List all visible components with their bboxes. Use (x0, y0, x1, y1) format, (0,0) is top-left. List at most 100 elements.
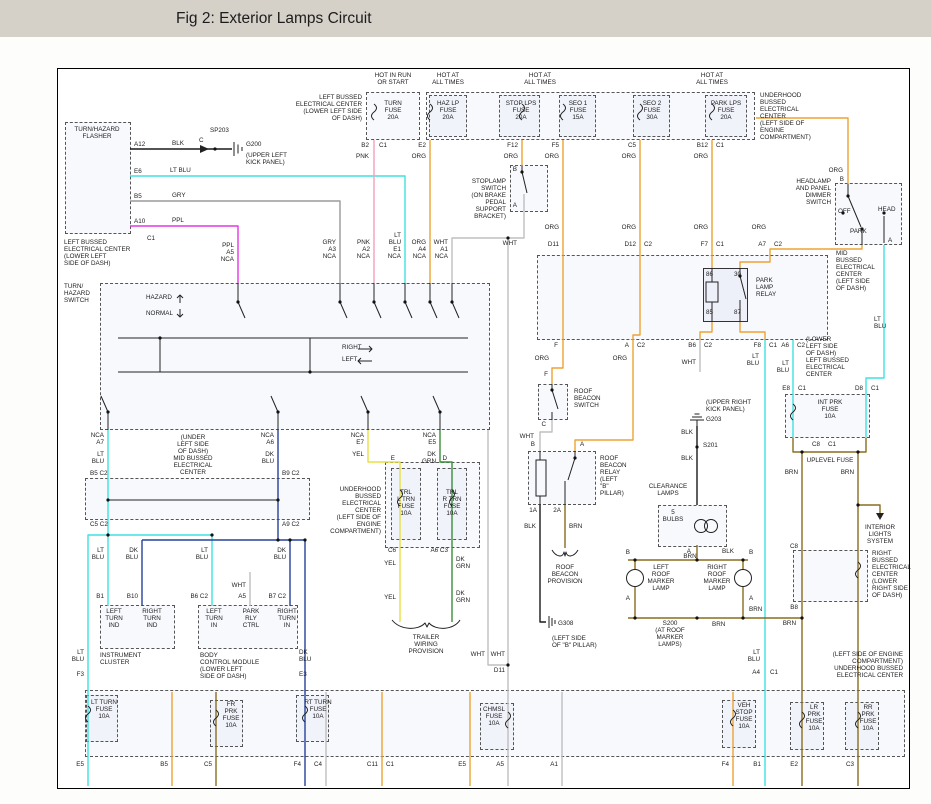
diagram-label: NORMAL (146, 310, 173, 317)
wire-color: ORG (504, 153, 518, 160)
diagram-label: WHT A1 NCA (434, 239, 448, 260)
diagram-label: RIGHT ROOF MARKER LAMP (704, 564, 731, 592)
pin: C (199, 137, 204, 144)
fuse-label: CHMSL FUSE 10A (483, 706, 505, 727)
diagram-label: NCA A6 (261, 432, 274, 446)
fuse-label: LT TURN FUSE 10A (91, 699, 117, 720)
diagram-label: YEL (384, 594, 396, 601)
power-condition: HOT IN RUN OR START (375, 72, 412, 86)
diagram-label: RIGHT (342, 344, 362, 351)
fuse-label: INT PRK FUSE 10A (818, 399, 843, 420)
diagram-label: BRN (785, 469, 798, 476)
pin: D8 (855, 385, 863, 392)
wire-color: BLK (172, 140, 184, 147)
pin: D11 (494, 667, 505, 674)
pin: E2 (418, 142, 426, 149)
relay-coil (536, 460, 546, 496)
wire-color: LT BLU (874, 316, 886, 330)
pin: B (749, 549, 753, 556)
pin: E2 (790, 761, 798, 768)
pin: B12 (697, 142, 708, 149)
diagram-label: NCA A7 (91, 432, 104, 446)
diagram-label: DK GRN (422, 451, 436, 465)
pin: A (580, 441, 584, 448)
left-marker-lamp-bulb (627, 570, 644, 587)
pin: A10 (134, 218, 145, 225)
component-label: INSTRUMENT CLUSTER (100, 652, 141, 666)
pin: C5 C2 (90, 521, 108, 528)
diagram-label: LT BLU (92, 451, 104, 465)
splice-label: S200 (AT ROOF MARKER LAMPS) (655, 620, 685, 648)
component-label: CLEARANCE LAMPS (649, 483, 688, 497)
diagram-label: LT BLU (72, 649, 84, 663)
pin: E5 (458, 761, 466, 768)
fuse-label: RR PRK FUSE 10A (860, 704, 877, 732)
location-note: MID BUSSED ELECTRICAL CENTER (LEFT SIDE … (836, 250, 875, 292)
pin: A (513, 202, 517, 209)
diagram-label: DK BLU (262, 451, 274, 465)
ground-symbol-g308 (549, 616, 555, 628)
fuse-label: SEO 2 FUSE 30A (643, 100, 662, 121)
pin: B5 (160, 761, 168, 768)
location-note: LEFT BUSSED ELECTRICAL CENTER (LOWER LEF… (296, 94, 362, 122)
pin: 87 (734, 309, 741, 316)
pin: B (513, 166, 517, 173)
fuse-label: TRL R TRN FUSE 10A (442, 489, 461, 517)
interior-lights-arrow (876, 513, 884, 520)
fuse-symbols-top (372, 104, 715, 120)
fuse-label: STOP LPS FUSE 20A (506, 100, 537, 121)
diagram-label: BLK (524, 523, 536, 530)
location-note: (UPPER RIGHT KICK PANEL) (706, 399, 751, 413)
pin: C2 (644, 241, 652, 248)
diagram-label: ORG (535, 355, 549, 362)
beacon-provision-bracket (552, 550, 578, 556)
pin: A (626, 595, 630, 602)
diagram-label: WHT (471, 651, 485, 658)
power-condition: HOT AT ALL TIMES (432, 72, 464, 86)
pin: C1 (828, 441, 836, 448)
fuse-label: SEO 1 FUSE 15A (569, 100, 588, 121)
component-label: BODY CONTROL MODULE (LOWER LEFT SIDE OF … (200, 652, 259, 680)
location-note: (LOWER LEFT SIDE OF DASH) LEFT BUSSED EL… (806, 336, 849, 378)
pin: B1 (753, 761, 761, 768)
wire-color: ORG (829, 167, 843, 174)
splice-dots (106, 147, 885, 666)
wires-blk (130, 149, 697, 622)
wires-lt-blu (88, 176, 884, 786)
power-condition: HOT AT ALL TIMES (524, 72, 556, 86)
diagram-label: BLK (681, 455, 693, 462)
pin: 85 (706, 309, 713, 316)
pin: C (541, 421, 546, 428)
pin: F (544, 371, 548, 378)
fuse-label: TURN FUSE 20A (384, 100, 402, 121)
pin: F8 (754, 342, 761, 349)
diagram-label: DK GRN (456, 556, 470, 570)
pin: F7 (701, 241, 708, 248)
wire-color: BLK (722, 548, 734, 555)
diagram-label: WHT (682, 359, 696, 366)
component-label: ROOF BEACON RELAY (LEFT "B" PILLAR) (600, 455, 627, 497)
diagram-label: LEFT (342, 356, 357, 363)
pin: C3 (846, 761, 854, 768)
hazard-normal-arrows (177, 295, 183, 317)
diagram-label: 5 BULBS (663, 509, 684, 523)
diagram-label: LT BLU (196, 547, 208, 561)
location-note: (UPPER LEFT KICK PANEL) (246, 152, 287, 166)
wires-wht (250, 194, 700, 786)
pin: A1 (550, 761, 558, 768)
component-label: ROOF BEACON SWITCH (574, 388, 601, 409)
diagram-label: BRN (783, 620, 796, 627)
diagram-label: NCA E7 (351, 432, 364, 446)
pin: A6 (781, 342, 789, 349)
pin: C1 (386, 761, 394, 768)
diagram-label: DK BLU (126, 547, 138, 561)
component-label: PARK LAMP RELAY (756, 277, 776, 298)
relay-coil (706, 282, 718, 302)
pin: E5 (76, 761, 84, 768)
wire-color: LT BLU (170, 167, 191, 174)
pin: F12 (507, 142, 518, 149)
diagram-label: WHT (491, 651, 505, 658)
pin: D11 (548, 241, 559, 248)
switch-contact-blades (101, 338, 440, 430)
component-label: TURN/ HAZARD SWITCH (64, 283, 90, 304)
